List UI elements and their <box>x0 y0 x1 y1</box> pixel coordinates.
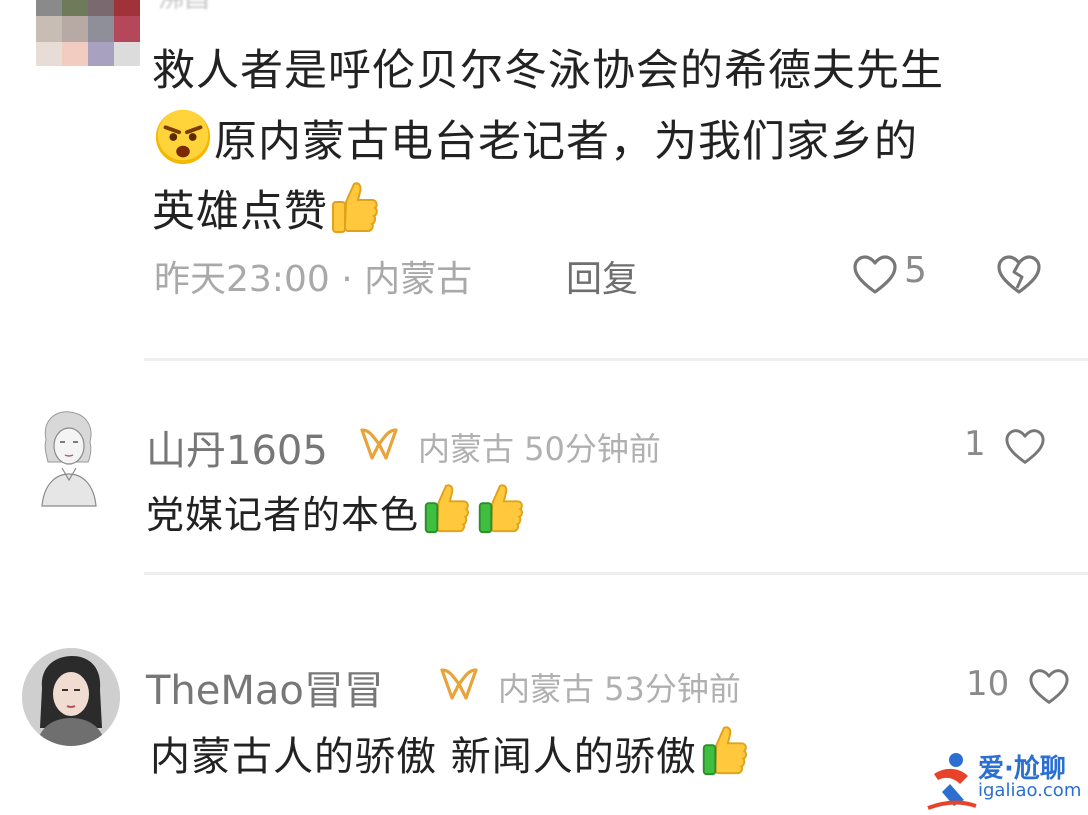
comment-meta: 内蒙古 53分钟前 <box>498 670 741 708</box>
thumbs-up-emoji <box>424 484 469 534</box>
like-count: 10 <box>966 664 1010 704</box>
comment-text: 党媒记者的本色 <box>146 482 527 539</box>
username[interactable]: TheMao冒冒 <box>146 658 384 716</box>
avatar[interactable] <box>22 648 120 746</box>
ribbon-badge-icon <box>360 428 398 460</box>
angry-face-emoji <box>155 109 211 165</box>
thumbs-up-emoji <box>478 484 523 534</box>
heart-outline-icon[interactable] <box>852 254 898 296</box>
like-count: 1 <box>964 424 986 464</box>
thumbs-up-emoji <box>332 182 378 233</box>
reply-button[interactable]: 回复 <box>566 250 638 302</box>
comment-text-line: 原内蒙古电台老记者，为我们家乡的 <box>214 117 918 167</box>
comment-text: 救人者是呼伦贝尔冬泳协会的希德夫先生 原内蒙古电台老记者，为我们家乡的 英雄点赞 <box>152 36 1072 247</box>
broken-heart-icon[interactable] <box>996 254 1042 296</box>
comment-text-line: 救人者是呼伦贝尔冬泳协会的希德夫先生 <box>152 46 944 96</box>
comment-text: 内蒙古人的骄傲 新闻人的骄傲 <box>150 724 751 782</box>
username[interactable]: 山丹1605 <box>146 418 328 476</box>
heart-outline-icon[interactable] <box>1028 668 1070 706</box>
divider <box>144 358 1088 361</box>
thumbs-up-emoji <box>702 726 747 776</box>
avatar[interactable] <box>34 406 104 510</box>
comment-text-line: 英雄点赞 <box>152 187 328 237</box>
watermark-url: igaliao.com <box>978 780 1082 801</box>
avatar[interactable] <box>36 0 148 66</box>
divider <box>144 572 1088 575</box>
username[interactable]: 沸昌 <box>158 0 210 15</box>
heart-outline-icon[interactable] <box>1004 428 1046 466</box>
comment-meta: 昨天23:00 · 内蒙古 <box>154 259 473 300</box>
comment-meta: 内蒙古 50分钟前 <box>418 430 661 468</box>
ribbon-badge-icon <box>440 668 478 700</box>
like-count: 5 <box>904 250 927 291</box>
comment-text-line: 党媒记者的本色 <box>146 493 420 537</box>
comment-text-line: 内蒙古人的骄傲 新闻人的骄傲 <box>150 734 697 780</box>
